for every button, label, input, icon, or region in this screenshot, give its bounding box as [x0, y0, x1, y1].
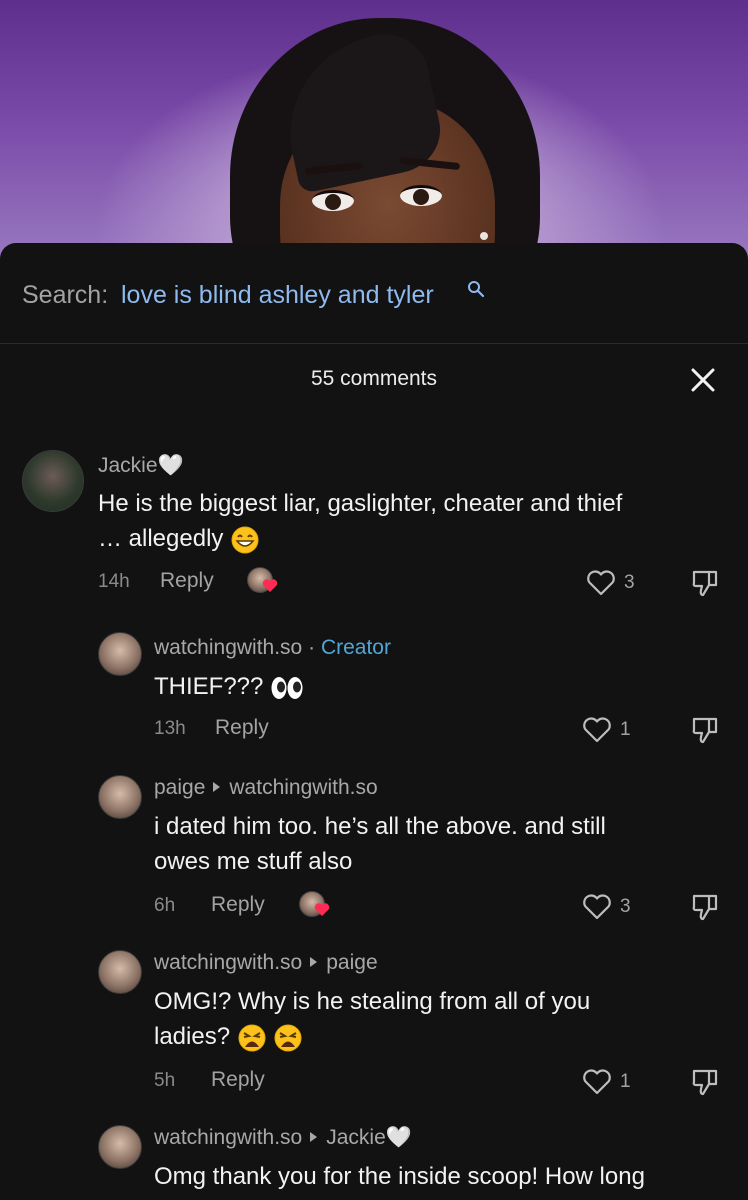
reply-arrow-icon [213, 782, 221, 793]
comment-text: He is the biggest liar, gaslighter, chea… [98, 486, 622, 556]
eyes-emoji [271, 676, 303, 699]
like-count: 1 [620, 1071, 631, 1092]
eye-right [400, 185, 442, 206]
comment-text-line: ladies? [154, 1023, 231, 1050]
creator-liked-badge [299, 891, 333, 921]
thumbs-down-icon[interactable] [691, 568, 719, 598]
comment-text-line: THIEF??? [154, 673, 264, 700]
like-count: 1 [620, 719, 631, 740]
comment-username[interactable]: paige [154, 776, 205, 799]
comment-text-line: owes me stuff also [154, 848, 353, 875]
heart-outline-icon[interactable] [582, 1068, 612, 1096]
creator-badge: Creator [320, 636, 391, 659]
creator-liked-heart-icon [262, 579, 278, 592]
creator-liked-badge [247, 567, 281, 597]
comment-item: watchingwith.so · Creator THIEF??? 13h R… [0, 628, 748, 748]
reply-button[interactable]: Reply [211, 893, 265, 917]
comment-text-line-2: ladies? [154, 1019, 590, 1054]
comment-text-line: OMG!? Why is he stealing from all of you [154, 988, 591, 1015]
comment-text: THIEF??? [154, 669, 304, 704]
search-term-link[interactable]: love is blind ashley and tyler [121, 281, 434, 310]
avatar[interactable] [98, 632, 142, 676]
comment-item: Jackie🤍 He is the biggest liar, gaslight… [0, 443, 748, 603]
like-count: 3 [624, 572, 635, 593]
search-suggestion-row[interactable]: Search: love is blind ashley and tyler [0, 243, 748, 344]
comment-time: 13h [154, 718, 186, 739]
avatar[interactable] [22, 450, 84, 512]
comment-text-line: He is the biggest liar, gaslighter, chea… [98, 490, 623, 517]
comment-username[interactable]: watchingwith.so [154, 951, 302, 974]
reply-to-username[interactable]: watchingwith.so [229, 776, 377, 799]
comment-text-line-2: … allegedly [98, 521, 622, 556]
comment-text: Omg thank you for the inside scoop! How … [154, 1159, 645, 1194]
earring [480, 232, 488, 240]
comments-count-title: 55 comments [310, 367, 438, 390]
comment-item: watchingwith.so Jackie🤍 Omg thank you for… [0, 1123, 748, 1200]
avatar[interactable] [98, 775, 142, 819]
avatar[interactable] [98, 1125, 142, 1169]
comment-text-line: Omg thank you for the inside scoop! How … [154, 1163, 645, 1190]
comment-username-row: watchingwith.so paige [154, 951, 378, 975]
comment-username-row: watchingwith.so · Creator [154, 636, 391, 660]
reply-button[interactable]: Reply [215, 716, 269, 740]
comment-time: 6h [154, 895, 176, 916]
reply-button[interactable]: Reply [160, 569, 214, 593]
comment-time: 5h [154, 1070, 176, 1091]
weary-face-emoji [238, 1024, 266, 1052]
reply-button[interactable]: Reply [211, 1068, 265, 1092]
eye-left [312, 190, 354, 211]
thumbs-down-icon[interactable] [691, 892, 719, 922]
comment-username[interactable]: Jackie🤍 [98, 454, 184, 478]
comment-item: paige watchingwith.so i dated him too. he… [0, 773, 748, 923]
avatar[interactable] [98, 950, 142, 994]
reply-arrow-icon [310, 957, 318, 968]
heart-outline-icon[interactable] [582, 893, 612, 921]
close-icon[interactable] [690, 367, 716, 393]
grinning-emoji [231, 526, 259, 554]
reply-to-username[interactable]: paige [326, 951, 377, 974]
thumbs-down-icon[interactable] [691, 715, 719, 745]
comment-text: OMG!? Why is he stealing from all of you… [154, 984, 590, 1054]
separator-dot: · [308, 636, 316, 659]
comments-sheet: Search: love is blind ashley and tyler 5… [0, 243, 748, 1200]
heart-outline-icon[interactable] [586, 569, 616, 597]
comment-username[interactable]: watchingwith.so [154, 636, 302, 659]
comment-username[interactable]: watchingwith.so [154, 1126, 302, 1149]
video-background [0, 0, 748, 270]
comment-username-row: watchingwith.so Jackie🤍 [154, 1126, 412, 1150]
comment-text-line: i dated him too. he’s all the above. and… [154, 813, 606, 840]
heart-outline-icon[interactable] [582, 716, 612, 744]
reply-to-username[interactable]: Jackie🤍 [326, 1126, 412, 1149]
search-label: Search: [22, 281, 109, 309]
weary-face-emoji [274, 1024, 302, 1052]
creator-liked-heart-icon [314, 903, 330, 916]
reply-arrow-icon [310, 1132, 318, 1143]
comment-item: watchingwith.so paige OMG!? Why is he ste… [0, 948, 748, 1098]
like-count: 3 [620, 896, 631, 917]
comment-text-line: … allegedly [98, 525, 224, 552]
comment-username-row: paige watchingwith.so [154, 776, 378, 800]
search-icon[interactable] [467, 280, 485, 298]
thumbs-down-icon[interactable] [691, 1067, 719, 1097]
comment-text: i dated him too. he’s all the above. and… [154, 809, 606, 879]
comment-time: 14h [98, 571, 130, 592]
